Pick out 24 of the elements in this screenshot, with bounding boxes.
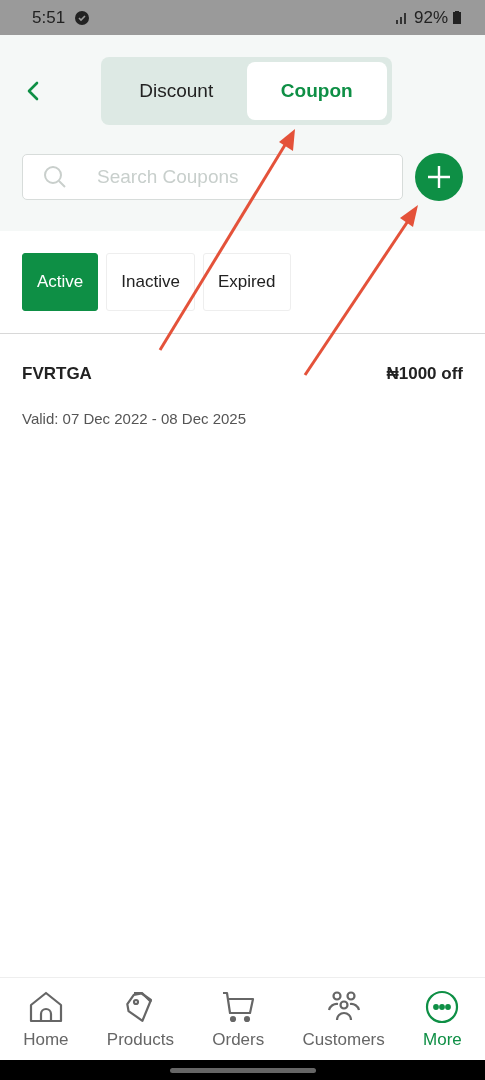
nav-item[interactable]: More (423, 990, 462, 1050)
plus-icon (426, 164, 452, 190)
add-button[interactable] (415, 153, 463, 201)
back-icon (26, 80, 40, 102)
nav-item[interactable]: Products (106, 990, 174, 1050)
filter-chip[interactable]: Active (22, 253, 99, 311)
nav-item[interactable]: Customers (302, 990, 385, 1050)
tab[interactable]: Discount (106, 62, 247, 120)
filter-chip[interactable]: Inactive (106, 253, 195, 311)
check-icon (75, 10, 90, 25)
coupon-amount: ₦1000 off (386, 364, 463, 384)
more-icon (424, 990, 461, 1024)
coupon-code: FVRTGA (22, 364, 92, 384)
signal-icon (394, 11, 409, 24)
tab[interactable]: Coupon (246, 62, 387, 120)
home-icon (27, 990, 64, 1024)
nav-item[interactable]: Home (23, 990, 69, 1050)
cart-icon (220, 990, 257, 1024)
coupon-validity: Valid: 07 Dec 2022 - 08 Dec 2025 (22, 410, 248, 427)
battery-percent: 92% (413, 7, 448, 28)
battery-icon (453, 11, 461, 24)
nav-item[interactable]: Orders (212, 990, 265, 1050)
filter-chip[interactable]: Expired (202, 253, 291, 311)
status-time: 5:51 (32, 7, 66, 28)
